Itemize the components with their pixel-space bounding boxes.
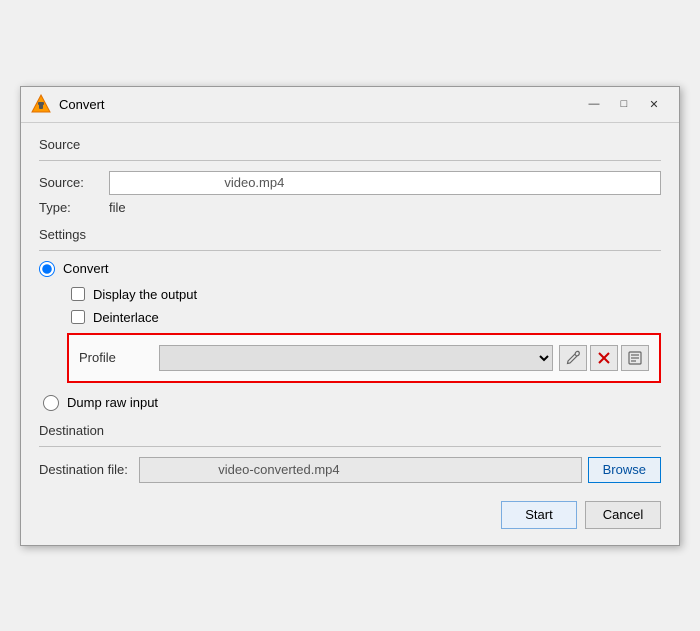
display-output-row: Display the output bbox=[67, 287, 661, 302]
cancel-button[interactable]: Cancel bbox=[585, 501, 661, 529]
start-button[interactable]: Start bbox=[501, 501, 577, 529]
convert-radio-label[interactable]: Convert bbox=[63, 261, 109, 276]
destination-divider bbox=[39, 446, 661, 447]
profile-details-button[interactable] bbox=[621, 345, 649, 371]
destination-heading: Destination bbox=[39, 423, 661, 438]
convert-radio-row: Convert bbox=[39, 261, 661, 277]
titlebar: Convert — □ ✕ bbox=[21, 87, 679, 123]
dialog-content: Source Source: Type: file Settings Conve… bbox=[21, 123, 679, 545]
minimize-button[interactable]: — bbox=[579, 92, 609, 116]
destination-input[interactable] bbox=[139, 457, 582, 483]
convert-radio[interactable] bbox=[39, 261, 55, 277]
display-output-checkbox[interactable] bbox=[71, 287, 85, 301]
deinterlace-label[interactable]: Deinterlace bbox=[93, 310, 159, 325]
delete-profile-button[interactable] bbox=[590, 345, 618, 371]
window-controls: — □ ✕ bbox=[579, 92, 669, 116]
type-row: Type: file bbox=[39, 200, 661, 215]
deinterlace-row: Deinterlace bbox=[67, 310, 661, 325]
close-button[interactable]: ✕ bbox=[639, 92, 669, 116]
type-label: Type: bbox=[39, 200, 109, 215]
source-divider bbox=[39, 160, 661, 161]
edit-profile-button[interactable] bbox=[559, 345, 587, 371]
destination-row: Destination file: Browse bbox=[39, 457, 661, 483]
profile-select-wrapper bbox=[159, 345, 553, 371]
dump-raw-label[interactable]: Dump raw input bbox=[67, 395, 158, 410]
dump-raw-row: Dump raw input bbox=[39, 395, 661, 411]
dest-file-label: Destination file: bbox=[39, 462, 139, 477]
source-row: Source: bbox=[39, 171, 661, 195]
deinterlace-checkbox[interactable] bbox=[71, 310, 85, 324]
settings-heading: Settings bbox=[39, 227, 661, 242]
maximize-button[interactable]: □ bbox=[609, 92, 639, 116]
settings-divider bbox=[39, 250, 661, 251]
convert-options: Display the output Deinterlace Profile bbox=[39, 287, 661, 383]
display-output-label[interactable]: Display the output bbox=[93, 287, 197, 302]
destination-section: Destination Destination file: Browse bbox=[39, 423, 661, 483]
delete-icon bbox=[597, 351, 611, 365]
source-label: Source: bbox=[39, 175, 109, 190]
profile-select[interactable] bbox=[159, 345, 553, 371]
footer-buttons: Start Cancel bbox=[39, 501, 661, 529]
profile-box: Profile bbox=[67, 333, 661, 383]
details-icon bbox=[627, 350, 643, 366]
main-window: Convert — □ ✕ Source Source: Type: file … bbox=[20, 86, 680, 546]
wrench-icon bbox=[565, 350, 581, 366]
profile-buttons bbox=[559, 345, 649, 371]
vlc-icon bbox=[31, 94, 51, 114]
dump-radio[interactable] bbox=[43, 395, 59, 411]
window-title: Convert bbox=[59, 97, 579, 112]
browse-button[interactable]: Browse bbox=[588, 457, 661, 483]
type-value: file bbox=[109, 200, 126, 215]
settings-section: Settings Convert Display the output Dein… bbox=[39, 227, 661, 411]
profile-label: Profile bbox=[79, 350, 159, 365]
source-input[interactable] bbox=[109, 171, 661, 195]
source-heading: Source bbox=[39, 137, 661, 152]
